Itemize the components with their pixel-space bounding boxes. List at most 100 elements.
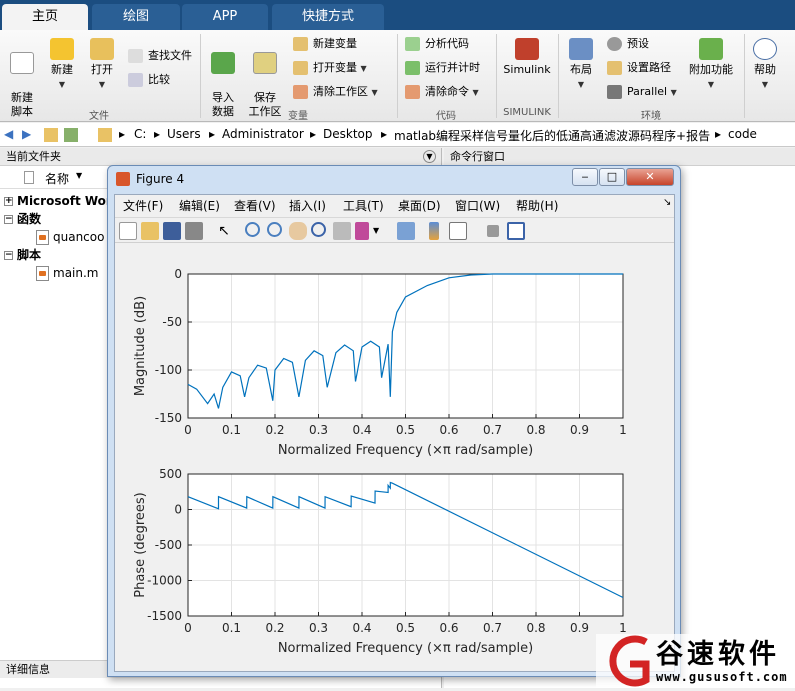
set-path-button[interactable]: 设置路径 — [607, 58, 671, 78]
compare-button[interactable]: 比较 — [128, 70, 170, 90]
save-icon[interactable] — [163, 222, 181, 240]
import-icon — [211, 52, 235, 74]
print-icon[interactable] — [185, 222, 203, 240]
sort-icon[interactable]: ▼ — [76, 171, 82, 180]
folder-icon — [90, 38, 114, 60]
y-tick-label: 0 — [174, 267, 182, 281]
colorbar-icon[interactable] — [429, 222, 439, 240]
new-variable-button[interactable]: 新建变量 — [293, 34, 357, 54]
tab-plots[interactable]: 绘图 — [92, 4, 180, 30]
dock-arrow-icon[interactable]: ↘ — [663, 197, 671, 208]
figure-axes-canvas[interactable]: 0 0.1 0.2 0.3 0.4 0.5 0.6 0.7 0.8 0.9 1 0 -50 -100 -15… — [115, 244, 674, 672]
breadcrumb-item[interactable]: Users — [167, 127, 201, 141]
forward-arrow-icon[interactable]: ▶ — [22, 127, 31, 141]
back-arrow-icon[interactable]: ◀ — [4, 127, 13, 141]
layout-icon — [569, 38, 593, 60]
find-files-button[interactable]: 查找文件 — [128, 46, 192, 66]
legend-icon[interactable] — [449, 222, 467, 240]
divider — [200, 34, 201, 118]
zoom-out-icon[interactable] — [267, 222, 282, 237]
x-tick-label: 0.2 — [265, 423, 284, 437]
open-variable-button[interactable]: 打开变量 ▼ — [293, 58, 367, 78]
up-folder-icon[interactable] — [44, 128, 58, 142]
tree-group[interactable]: + Microsoft Wor — [4, 192, 112, 210]
group-label: 脚本 — [17, 248, 42, 262]
figure-title-bar[interactable]: Figure 4 ‒ □ ✕ — [108, 166, 680, 193]
menu-view[interactable]: 查看(V) — [234, 197, 276, 214]
analyze-icon — [405, 37, 420, 51]
link-plot-icon[interactable] — [397, 222, 415, 240]
clear-commands-button[interactable]: 清除命令 ▼ — [405, 82, 479, 102]
file-name: main.m — [53, 266, 99, 280]
menu-desktop[interactable]: 桌面(D) — [398, 197, 441, 214]
pan-icon[interactable] — [289, 222, 307, 240]
clear-commands-icon — [405, 85, 420, 99]
menu-window[interactable]: 窗口(W) — [455, 197, 500, 214]
menu-file[interactable]: 文件(F) — [123, 197, 163, 214]
open-file-icon[interactable] — [141, 222, 159, 240]
brush-icon[interactable] — [355, 222, 369, 240]
y-tick-label: 0 — [174, 503, 182, 517]
browse-icon[interactable] — [64, 128, 78, 142]
breadcrumb-item[interactable]: matlab编程采样信号量化后的低通高通滤波源码程序+报告 — [394, 127, 710, 144]
breadcrumb-item[interactable]: Administrator — [222, 127, 304, 141]
pointer-icon[interactable]: ↖ — [215, 222, 233, 240]
menu-help[interactable]: 帮助(H) — [516, 197, 558, 214]
add-ons-button[interactable]: 附加功能 ▼ — [686, 38, 736, 92]
x-axis-label: Normalized Frequency (×π rad/sample) — [278, 443, 533, 458]
tab-home[interactable]: 主页 — [2, 4, 88, 30]
tab-shortcuts[interactable]: 快捷方式 — [272, 4, 384, 30]
clear-workspace-button[interactable]: 清除工作区 ▼ — [293, 82, 378, 102]
list-item[interactable]: quancoo — [36, 228, 104, 246]
layout-label: 布局 — [570, 63, 592, 76]
tab-apps[interactable]: APP — [182, 4, 268, 30]
hide-plot-tools-icon[interactable] — [487, 225, 499, 237]
group-simulink: SIMULINK — [503, 107, 551, 118]
data-cursor-icon[interactable] — [333, 222, 351, 240]
chevron-down-icon[interactable]: ▼ — [373, 222, 381, 240]
breadcrumb-item[interactable]: Desktop — [323, 127, 373, 141]
x-tick-label: 0.7 — [483, 423, 502, 437]
breadcrumb-sep: ▸ — [310, 127, 317, 141]
group-file: 文件 — [89, 111, 109, 122]
x-tick-label: 0.5 — [396, 423, 415, 437]
analyze-code-button[interactable]: 分析代码 — [405, 34, 469, 54]
help-button[interactable]: 帮助 ▼ — [750, 38, 780, 92]
watermark-url: www.gususoft.com — [656, 670, 788, 684]
menu-edit[interactable]: 编辑(E) — [179, 197, 220, 214]
simulink-button[interactable]: Simulink — [502, 38, 552, 77]
close-button[interactable]: ✕ — [626, 168, 674, 186]
column-name[interactable]: 名称 — [45, 170, 69, 187]
new-figure-icon[interactable] — [119, 222, 137, 240]
zoom-in-icon[interactable] — [245, 222, 260, 237]
preferences-button[interactable]: 预设 — [607, 34, 649, 54]
list-item[interactable]: main.m — [36, 264, 99, 282]
eraser-icon — [293, 85, 308, 99]
breadcrumb-item[interactable]: code — [728, 127, 757, 141]
menu-tools[interactable]: 工具(T) — [343, 197, 384, 214]
x-tick-label: 0.3 — [309, 423, 328, 437]
open-button[interactable]: 打开 ▼ — [86, 38, 118, 92]
minimize-button[interactable]: ‒ — [572, 168, 598, 186]
new-button[interactable]: 新建 ▼ — [46, 38, 78, 92]
x-tick-label: 0 — [184, 621, 192, 635]
menu-insert[interactable]: 插入(I) — [289, 197, 326, 214]
maximize-button[interactable]: □ — [599, 168, 625, 186]
breadcrumb-sep: ▸ — [119, 127, 126, 141]
run-and-time-button[interactable]: 运行并计时 — [405, 58, 480, 78]
preferences-label: 预设 — [627, 37, 649, 50]
tree-group[interactable]: − 函数 — [4, 210, 41, 228]
group-environment: 环境 — [641, 111, 661, 122]
layout-button[interactable]: 布局 ▼ — [564, 38, 598, 92]
x-tick-label: 0.9 — [570, 621, 589, 635]
watermark: 谷速软件 www.gususoft.com — [596, 630, 795, 688]
show-plot-tools-icon[interactable] — [507, 222, 525, 240]
parallel-button[interactable]: Parallel ▼ — [607, 82, 677, 102]
rotate-icon[interactable] — [311, 222, 326, 237]
breadcrumb-item[interactable]: C: — [134, 127, 146, 141]
x-tick-label: 0.4 — [352, 423, 371, 437]
breadcrumb-sep: ▸ — [715, 127, 722, 141]
panel-menu-icon[interactable]: ▼ — [423, 150, 436, 163]
collapse-icon: + — [4, 196, 13, 206]
tree-group[interactable]: − 脚本 — [4, 246, 41, 264]
